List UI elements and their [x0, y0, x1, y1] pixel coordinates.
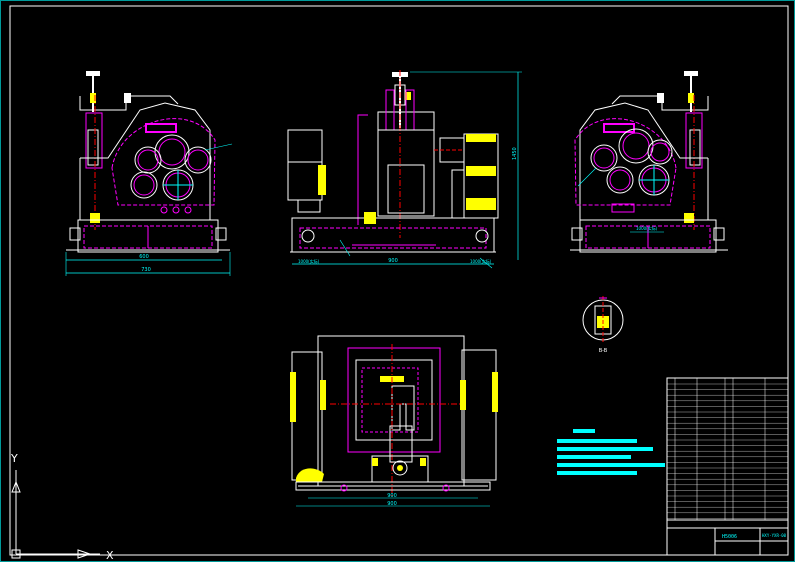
- dim-plan-1: 900: [387, 493, 397, 499]
- ucs-y-label: Y: [10, 452, 18, 465]
- dim-front-base: 600: [139, 254, 149, 260]
- dim-side-left: 1000(实际): [298, 258, 320, 264]
- rear-view: 1000(实际): [570, 71, 728, 253]
- dim-plan-2: 900: [387, 501, 397, 507]
- front-handwheel: [86, 71, 100, 76]
- technical-notes: [557, 429, 665, 475]
- front-roller-right: [184, 146, 212, 174]
- side-base: [291, 217, 495, 253]
- rear-handwheel: [684, 71, 698, 76]
- dim-front-width: 730: [141, 267, 151, 273]
- cad-drawing: 600 730 1450 900 1000(实际) 1000(实际) 1000(…: [0, 0, 795, 562]
- dim-side-height: 1450: [512, 147, 518, 160]
- front-roller-bl: [130, 171, 158, 199]
- ucs-x-label: X: [106, 549, 114, 562]
- dim-rear: 1000(实际): [636, 225, 658, 231]
- dim-side-width: 900: [388, 258, 398, 264]
- ucs-icon: Y X: [10, 452, 114, 562]
- plan-outer: [317, 335, 465, 487]
- drawing-name: H5006: [722, 534, 737, 540]
- parts-list: HXY-YXR-00 H5006: [666, 377, 789, 556]
- side-view: 1450 900 1000(实际) 1000(实际): [287, 70, 522, 269]
- plan-view: 900 900: [290, 335, 498, 507]
- detail-label: B-B: [599, 348, 608, 354]
- drawing-code: HXY-YXR-00: [762, 533, 787, 538]
- rear-roller-top: [618, 128, 654, 164]
- side-left-block: [287, 129, 323, 201]
- front-view: 600 730: [65, 71, 233, 276]
- detail-b-b: B-B: [582, 296, 624, 354]
